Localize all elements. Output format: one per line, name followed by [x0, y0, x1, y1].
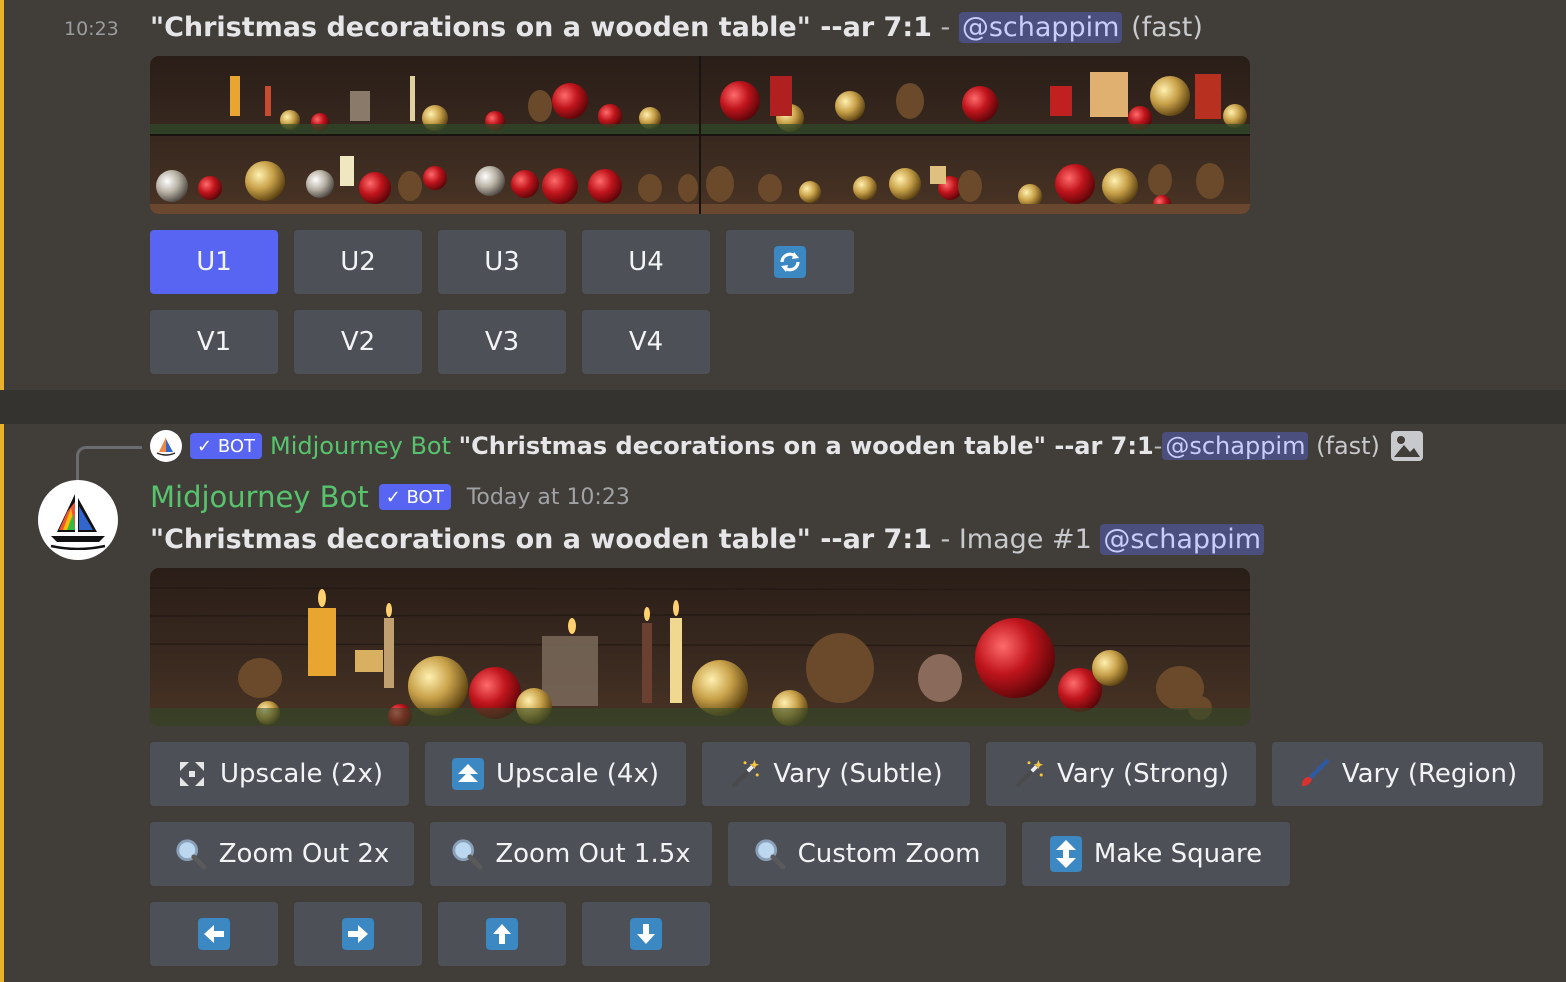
- vary-subtle-button[interactable]: Vary (Subtle): [702, 742, 970, 806]
- upscale-4x-label: Upscale (4x): [495, 759, 659, 789]
- message-upscaled: ✓ BOT Midjourney Bot "Christmas decorati…: [0, 424, 1566, 982]
- bot-badge: ✓ BOT: [190, 433, 263, 459]
- zoom-out-2x-label: Zoom Out 2x: [218, 839, 390, 869]
- variation-v3-button[interactable]: V3: [438, 310, 566, 374]
- small-bot-avatar: [150, 430, 182, 462]
- christmas-upscaled-image: [150, 568, 1250, 726]
- arrow-up-icon: [486, 918, 518, 950]
- make-square-button[interactable]: Make Square: [1022, 822, 1290, 886]
- magnifier-icon: [451, 838, 483, 870]
- upscaled-prompt-line: "Christmas decorations on a wooden table…: [150, 524, 1264, 555]
- prompt-text: "Christmas decorations on a wooden table…: [150, 12, 932, 43]
- arrow-down-icon: [630, 918, 662, 950]
- vary-strong-label: Vary (Strong): [1056, 759, 1230, 789]
- magnifier-icon: [754, 838, 786, 870]
- vary-region-label: Vary (Region): [1341, 759, 1518, 789]
- variation-v2-button[interactable]: V2: [294, 310, 422, 374]
- upscaled-prompt: "Christmas decorations on a wooden table…: [150, 524, 932, 555]
- up-down-arrow-icon: [1049, 836, 1082, 872]
- upscale-u2-button[interactable]: U2: [294, 230, 422, 294]
- vary-region-button[interactable]: Vary (Region): [1272, 742, 1543, 806]
- upscale-4x-button[interactable]: Upscale (4x): [425, 742, 686, 806]
- image-number: - Image #1: [931, 524, 1101, 555]
- image-grid[interactable]: [150, 56, 1250, 214]
- variation-v4-button[interactable]: V4: [582, 310, 710, 374]
- message-header: Midjourney Bot ✓ BOT Today at 10:23: [150, 480, 630, 514]
- pan-up-button[interactable]: [438, 902, 566, 966]
- message-grid: 10:23 "Christmas decorations on a wooden…: [0, 0, 1566, 390]
- reply-mention[interactable]: @schappim: [1162, 432, 1309, 460]
- reply-reference[interactable]: ✓ BOT Midjourney Bot "Christmas decorati…: [150, 430, 1424, 462]
- up-arrow-icon: [451, 758, 484, 790]
- separator-dash: -: [931, 12, 959, 43]
- user-mention[interactable]: @schappim: [958, 12, 1123, 43]
- pan-left-button[interactable]: [150, 902, 278, 966]
- zoom-out-1-5x-label: Zoom Out 1.5x: [495, 839, 691, 869]
- christmas-grid-image: [150, 56, 1250, 214]
- message-timestamp: 10:23: [64, 18, 119, 40]
- custom-zoom-button[interactable]: Custom Zoom: [728, 822, 1006, 886]
- bot-avatar[interactable]: [38, 480, 118, 560]
- arrow-right-icon: [342, 918, 374, 950]
- pan-right-button[interactable]: [294, 902, 422, 966]
- reply-speed: (fast): [1316, 432, 1380, 460]
- speed-label: (fast): [1131, 12, 1203, 43]
- reroll-button[interactable]: [726, 230, 854, 294]
- custom-zoom-label: Custom Zoom: [797, 839, 981, 869]
- prompt-line: "Christmas decorations on a wooden table…: [150, 12, 1203, 43]
- zoom-out-1-5x-button[interactable]: Zoom Out 1.5x: [430, 822, 712, 886]
- upscale-2x-button[interactable]: Upscale (2x): [150, 742, 409, 806]
- pan-down-button[interactable]: [582, 902, 710, 966]
- expand-icon: [176, 758, 208, 790]
- reply-dash: -: [1153, 432, 1163, 460]
- upscale-u3-button[interactable]: U3: [438, 230, 566, 294]
- magic-wand-icon: [729, 758, 761, 790]
- paintbrush-icon: [1298, 758, 1330, 790]
- arrow-left-icon: [198, 918, 230, 950]
- upscale-u4-button[interactable]: U4: [582, 230, 710, 294]
- author-bot-badge: ✓ BOT: [378, 484, 451, 510]
- zoom-out-2x-button[interactable]: Zoom Out 2x: [150, 822, 414, 886]
- message-divider: [0, 390, 1566, 424]
- refresh-icon: [774, 246, 806, 278]
- make-square-label: Make Square: [1093, 839, 1263, 869]
- magnifier-icon: [175, 838, 207, 870]
- image-attachment-icon: [1390, 430, 1424, 462]
- upscale-2x-label: Upscale (2x): [219, 759, 383, 789]
- upscaled-image[interactable]: [150, 568, 1250, 726]
- upscaled-mention[interactable]: @schappim: [1100, 524, 1264, 555]
- author-name[interactable]: Midjourney Bot: [150, 480, 369, 514]
- message-time: Today at 10:23: [466, 484, 630, 510]
- reply-author: Midjourney Bot: [270, 432, 451, 460]
- vary-subtle-label: Vary (Subtle): [773, 759, 943, 789]
- magic-wand-icon: [1013, 758, 1045, 790]
- reply-prompt: "Christmas decorations on a wooden table…: [458, 432, 1154, 460]
- upscale-u1-button[interactable]: U1: [150, 230, 278, 294]
- variation-v1-button[interactable]: V1: [150, 310, 278, 374]
- vary-strong-button[interactable]: Vary (Strong): [986, 742, 1256, 806]
